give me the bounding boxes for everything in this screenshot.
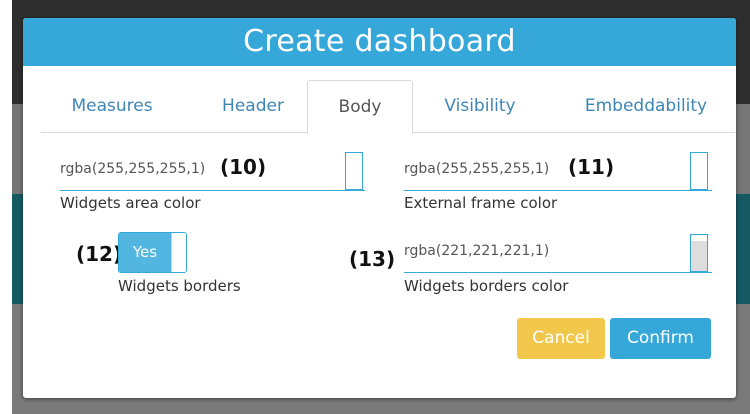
- confirm-button[interactable]: Confirm: [610, 318, 711, 359]
- widgets-borders-label: Widgets borders: [118, 277, 241, 295]
- tab-measures[interactable]: Measures: [41, 80, 183, 131]
- tab-visibility[interactable]: Visibility: [421, 80, 539, 131]
- widgets-area-color-underline: [60, 190, 365, 191]
- widgets-area-color-field: rgba(255,255,255,1) (10) Widgets area co…: [60, 152, 367, 222]
- widgets-borders-color-input[interactable]: rgba(221,221,221,1): [404, 243, 549, 259]
- widgets-borders-toggle[interactable]: Yes: [118, 232, 187, 273]
- modal-title: Create dashboard: [23, 18, 736, 66]
- widgets-area-color-input[interactable]: rgba(255,255,255,1): [60, 161, 205, 177]
- create-dashboard-modal: Create dashboard Measures Header Body Vi…: [23, 18, 736, 398]
- background-left-edge: [0, 0, 12, 414]
- tab-embeddability[interactable]: Embeddability: [563, 80, 729, 131]
- external-frame-color-underline: [404, 190, 712, 191]
- widgets-borders-color-field: rgba(221,221,221,1) Widgets borders colo…: [404, 234, 714, 304]
- tab-header[interactable]: Header: [193, 80, 313, 131]
- external-frame-color-label: External frame color: [404, 194, 558, 212]
- widgets-borders-color-label: Widgets borders color: [404, 277, 569, 295]
- widgets-borders-color-underline: [404, 272, 712, 273]
- tab-bar: Measures Header Body Visibility Embeddab…: [41, 80, 735, 134]
- widgets-borders-color-swatch[interactable]: [690, 234, 708, 272]
- annotation-12: (12): [76, 242, 123, 266]
- annotation-13: (13): [349, 247, 396, 271]
- annotation-10: (10): [220, 155, 267, 179]
- cancel-button[interactable]: Cancel: [517, 318, 605, 359]
- toggle-knob: [171, 233, 186, 272]
- toggle-yes-label: Yes: [119, 233, 171, 272]
- annotation-11: (11): [568, 155, 615, 179]
- external-frame-color-field: rgba(255,255,255,1) (11) External frame …: [404, 152, 714, 222]
- widgets-area-color-swatch[interactable]: [345, 152, 363, 190]
- external-frame-color-swatch[interactable]: [690, 152, 708, 190]
- tab-body[interactable]: Body: [307, 80, 413, 134]
- widgets-area-color-label: Widgets area color: [60, 194, 201, 212]
- external-frame-color-input[interactable]: rgba(255,255,255,1): [404, 161, 549, 177]
